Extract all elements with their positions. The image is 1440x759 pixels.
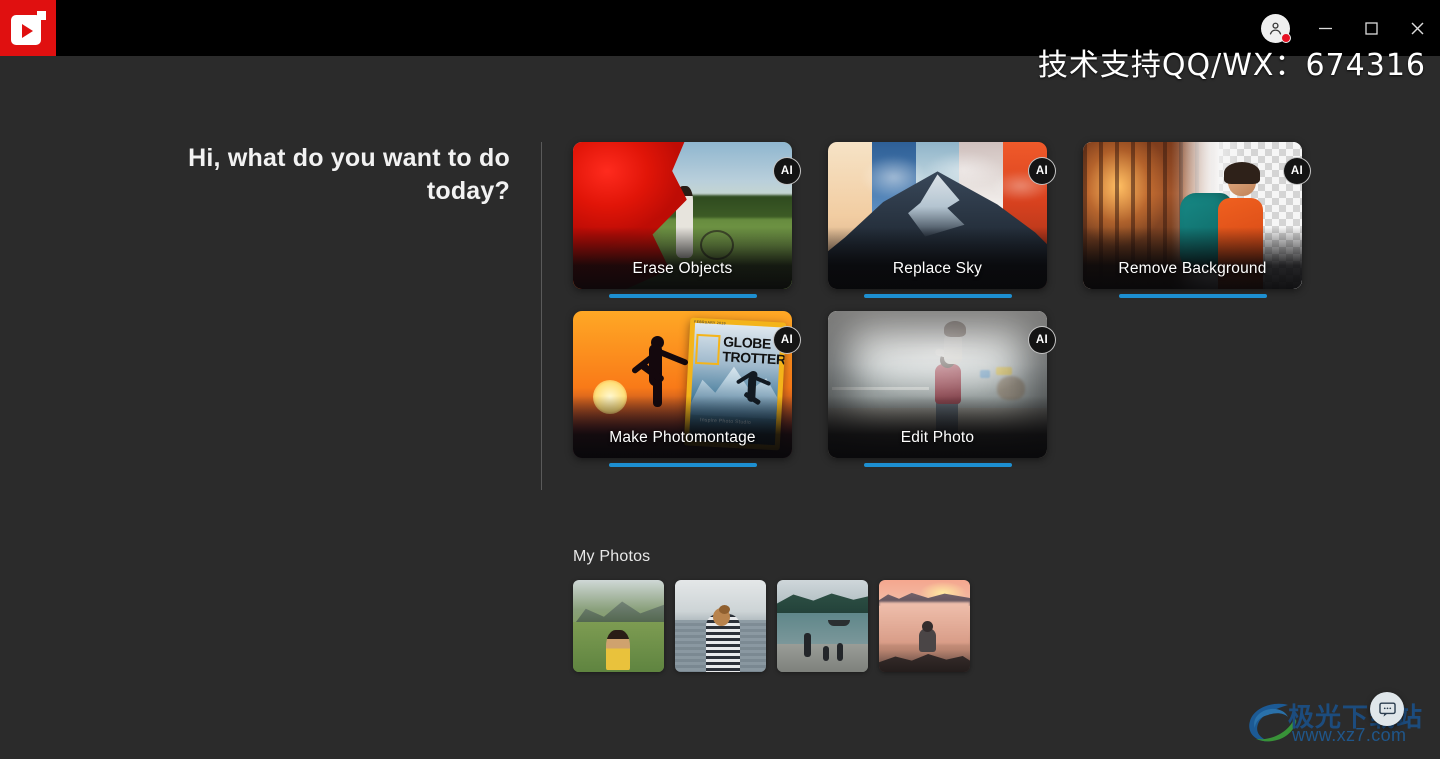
play-logo-icon	[11, 11, 46, 45]
site-watermark-url: www.xz7.com	[1292, 725, 1407, 745]
my-photos-section: My Photos	[573, 548, 970, 672]
erase-objects-preview: Erase Objects	[573, 142, 792, 289]
main-content: Hi, what do you want to do today? Erase …	[0, 56, 1440, 759]
ai-badge: AI	[1028, 326, 1056, 354]
make-photomontage-preview: Inspire Photo Studio FEBRUARY 2019 GLOBE…	[573, 311, 792, 458]
card-label: Replace Sky	[892, 260, 983, 277]
my-photos-title: My Photos	[573, 548, 651, 565]
action-card-edit-photo[interactable]: Edit Photo AI	[828, 311, 1056, 467]
app-logo[interactable]	[0, 0, 56, 56]
card-accent-bar	[863, 294, 1012, 298]
card-accent-bar	[608, 463, 757, 467]
card-accent-bar	[608, 294, 757, 298]
ai-badge: AI	[1028, 157, 1056, 185]
card-accent-bar	[1118, 294, 1267, 298]
action-card-replace-sky[interactable]: Replace Sky AI	[828, 142, 1056, 298]
ai-badge: AI	[1283, 157, 1311, 185]
card-label: Erase Objects	[632, 260, 733, 277]
ai-badge: AI	[773, 326, 801, 354]
ai-badge: AI	[773, 157, 801, 185]
card-label: Remove Background	[1118, 260, 1267, 277]
card-label: Edit Photo	[900, 429, 975, 446]
magazine-title-line2: TROTTER	[722, 348, 787, 368]
vertical-divider	[541, 142, 542, 490]
action-card-make-photomontage[interactable]: Inspire Photo Studio FEBRUARY 2019 GLOBE…	[573, 311, 801, 467]
remove-background-preview: Remove Background	[1083, 142, 1302, 289]
page-title: Hi, what do you want to do today?	[188, 144, 510, 206]
card-row-2: Inspire Photo Studio FEBRUARY 2019 GLOBE…	[573, 311, 1302, 467]
action-card-remove-background[interactable]: Remove Background AI	[1083, 142, 1311, 298]
site-watermark: 极光下载站 www.xz7.com	[1244, 693, 1434, 751]
feedback-chat-button[interactable]	[1370, 692, 1404, 726]
replace-sky-preview: Replace Sky	[828, 142, 1047, 289]
action-card-grid: Erase Objects AI Replace Sky AI Remove B…	[573, 142, 1311, 480]
action-card-erase-objects[interactable]: Erase Objects AI	[573, 142, 801, 298]
mountain-hiker-thumbnail[interactable]	[573, 580, 664, 672]
user-avatar-icon	[1260, 13, 1291, 43]
chat-bubble-icon	[1378, 701, 1396, 717]
shore-people-thumbnail[interactable]	[777, 580, 868, 672]
support-watermark: 技术支持QQ/WX：674316	[1037, 48, 1426, 83]
card-label: Make Photomontage	[609, 429, 756, 446]
card-accent-bar	[863, 463, 1012, 467]
photo-thumbnail-list	[573, 580, 970, 672]
sunset-clouds-thumbnail[interactable]	[879, 580, 970, 672]
card-row-1: Erase Objects AI Replace Sky AI Remove B…	[573, 142, 1311, 298]
magazine-logo-frame	[695, 333, 721, 365]
woman-at-lake-thumbnail[interactable]	[675, 580, 766, 672]
edit-photo-preview: Edit Photo	[828, 311, 1047, 458]
